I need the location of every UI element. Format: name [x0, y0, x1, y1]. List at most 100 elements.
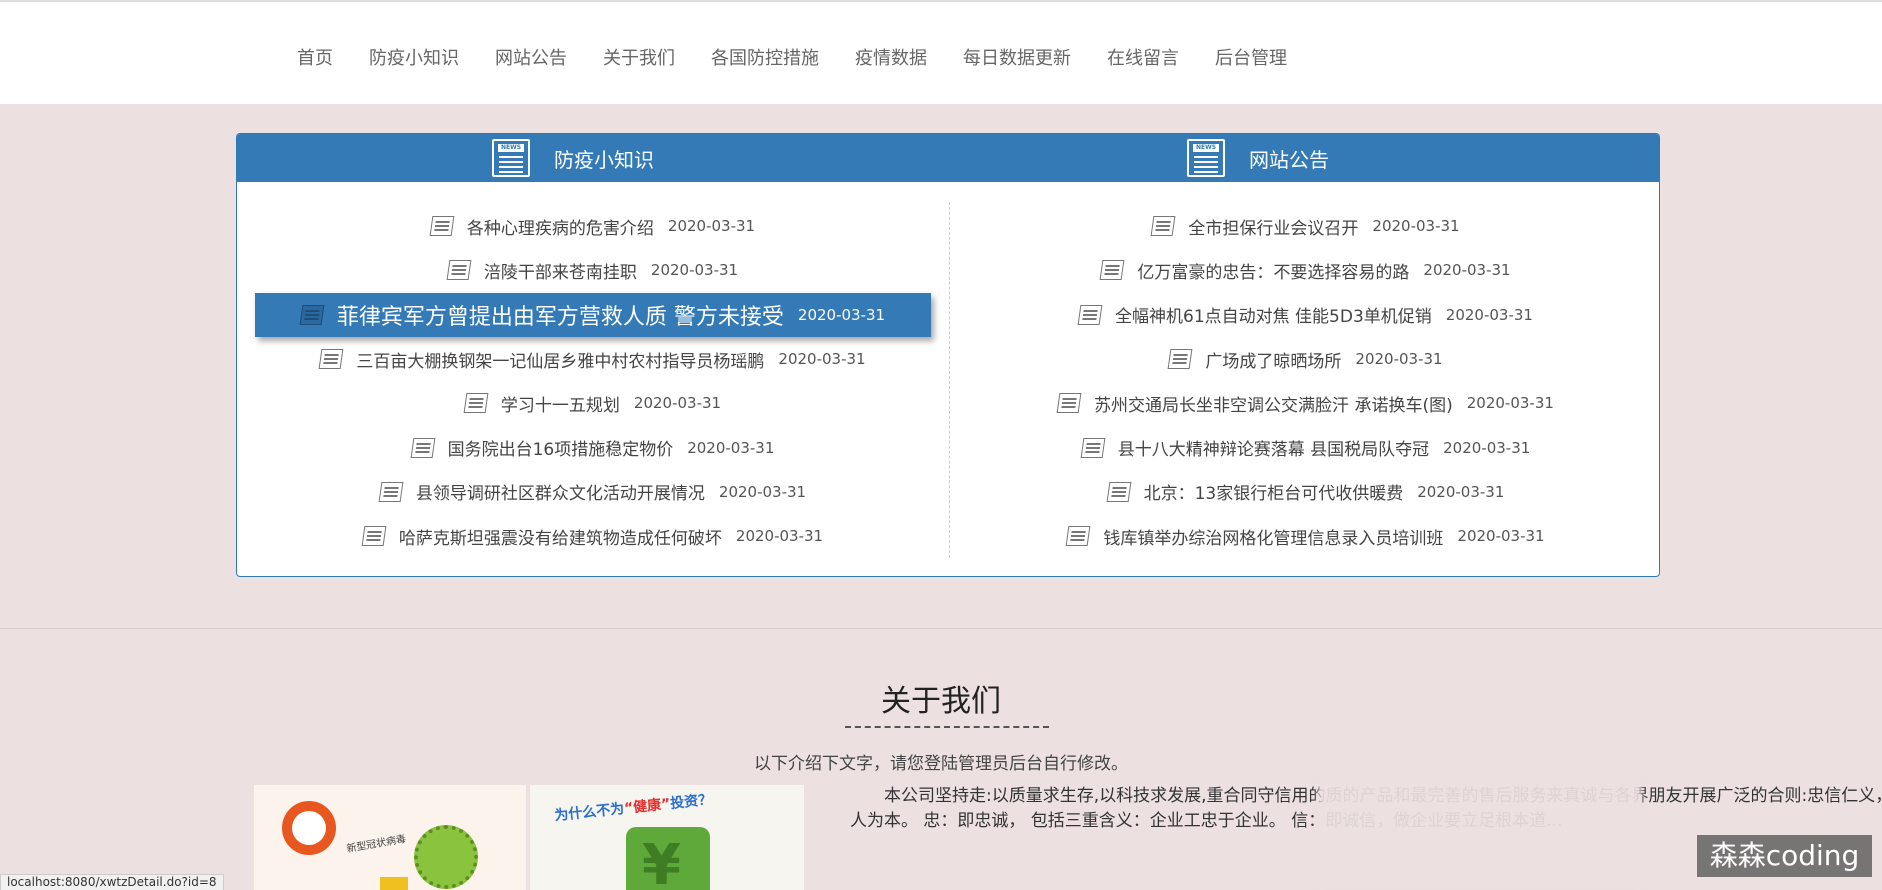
main-nav: 首页 防疫小知识 网站公告 关于我们 各国防控措施 疫情数据 每日数据更新 在线… — [297, 44, 1323, 70]
section-divider — [0, 628, 1882, 629]
news-item[interactable]: 北京：13家银行柜台可代收供暖费 2020-03-31 — [950, 470, 1659, 514]
news-item[interactable]: 三百亩大棚换钢架一记仙居乡雅中村农村指导员杨瑶鹏 2020-03-31 — [237, 337, 949, 381]
nav-item-home[interactable]: 首页 — [297, 44, 333, 70]
news-panel: NEWS 防疫小知识 NEWS 网站公告 各种心理疾病的危害介绍 2020-03… — [236, 133, 1660, 577]
about-image-health-investment: 为什么不为“健康”投资？ ¥ — [530, 785, 804, 890]
news-item-date: 2020-03-31 — [1457, 527, 1545, 546]
left-panel-heading: NEWS 防疫小知识 — [492, 138, 654, 178]
top-nav-bar: 首页 防疫小知识 网站公告 关于我们 各国防控措施 疫情数据 每日数据更新 在线… — [0, 0, 1882, 104]
news-item-date: 2020-03-31 — [778, 350, 866, 369]
news-item-title[interactable]: 菲律宾军方曾提出由军方营救人质 警方未接受 — [337, 299, 784, 331]
news-item-icon — [1077, 304, 1103, 325]
news-item-date: 2020-03-31 — [718, 482, 807, 501]
browser-status-url: localhost:8080/xwtzDetail.do?id=8 — [0, 874, 224, 890]
news-item[interactable]: 钱库镇举办综治网格化管理信息录入员培训班 2020-03-31 — [950, 514, 1659, 558]
right-panel-heading: NEWS 网站公告 — [1187, 138, 1329, 178]
about-section-subtitle: 以下介绍下文字，请您登陆管理员后台自行修改。 — [754, 754, 1128, 774]
news-item-icon — [1080, 437, 1106, 458]
news-item-date: 2020-03-31 — [667, 217, 756, 236]
news-item-title[interactable]: 全市担保行业会议召开 — [1188, 214, 1358, 239]
about-section-title: 关于我们 — [881, 684, 1001, 719]
crown-illustration — [380, 877, 408, 890]
news-item-title[interactable]: 国务院出台16项措施稳定物价 — [448, 435, 674, 460]
news-item-icon — [319, 349, 344, 370]
news-item-date: 2020-03-31 — [1466, 394, 1554, 413]
news-item-icon — [1168, 349, 1193, 370]
news-item-icon — [378, 481, 404, 502]
news-item[interactable]: 涪陵干部来苍南挂职 2020-03-31 — [237, 248, 949, 292]
news-item-date: 2020-03-31 — [1355, 350, 1443, 369]
news-item-date: 2020-03-31 — [1443, 438, 1531, 457]
news-item-title[interactable]: 县十八大精神辩论赛落幕 县国税局队夺冠 — [1118, 435, 1429, 460]
news-item[interactable]: 亿万富豪的忠告：不要选择容易的路 2020-03-31 — [950, 248, 1659, 292]
news-item-date: 2020-03-31 — [797, 305, 886, 324]
news-item-icon — [1056, 393, 1082, 414]
yen-icon: ¥ — [642, 833, 681, 890]
news-item[interactable]: 全市担保行业会议召开 2020-03-31 — [950, 204, 1659, 248]
news-item-date: 2020-03-31 — [687, 438, 775, 457]
news-item[interactable]: 县领导调研社区群众文化活动开展情况 2020-03-31 — [237, 470, 949, 514]
nav-item-prevention-tips[interactable]: 防疫小知识 — [369, 44, 459, 70]
news-item-title[interactable]: 苏州交通局长坐非空调公交满脸汗 承诺换车(图) — [1094, 391, 1453, 416]
news-item-title[interactable]: 县领导调研社区群众文化活动开展情况 — [416, 479, 705, 504]
news-item[interactable]: 苏州交通局长坐非空调公交满脸汗 承诺换车(图) 2020-03-31 — [950, 381, 1659, 425]
news-item-date: 2020-03-31 — [735, 527, 824, 546]
news-item-icon — [1066, 526, 1091, 547]
news-item-icon — [446, 260, 472, 281]
news-item[interactable]: 哈萨克斯坦强震没有给建筑物造成任何破坏 2020-03-31 — [237, 514, 949, 558]
prevention-tips-list: 各种心理疾病的危害介绍 2020-03-31 涪陵干部来苍南挂职 2020-03… — [237, 204, 949, 558]
news-item-title[interactable]: 全幅神机61点自动对焦 佳能5D3单机促销 — [1115, 302, 1432, 327]
news-item-title[interactable]: 北京：13家银行柜台可代收供暖费 — [1144, 479, 1404, 504]
nav-item-daily-update[interactable]: 每日数据更新 — [963, 44, 1071, 70]
newspaper-icon: NEWS — [1187, 139, 1225, 177]
news-item-hovered[interactable]: 菲律宾军方曾提出由军方营救人质 警方未接受 2020-03-31 — [255, 292, 931, 337]
nav-item-country-measures[interactable]: 各国防控措施 — [711, 44, 819, 70]
right-panel-title[interactable]: 网站公告 — [1249, 144, 1329, 173]
news-item[interactable]: 全幅神机61点自动对焦 佳能5D3单机促销 2020-03-31 — [950, 293, 1659, 337]
news-item-icon — [410, 437, 435, 458]
news-item-date: 2020-03-31 — [633, 394, 722, 413]
news-item-title[interactable]: 钱库镇举办综治网格化管理信息录入员培训班 — [1103, 524, 1443, 549]
news-item[interactable]: 各种心理疾病的危害介绍 2020-03-31 — [237, 204, 949, 248]
cartoon-logo-icon — [282, 801, 336, 855]
image-caption: 新型冠状病毒 — [345, 833, 407, 856]
news-item-title[interactable]: 三百亩大棚换钢架一记仙居乡雅中村农村指导员杨瑶鹏 — [356, 347, 764, 372]
news-item[interactable]: 县十八大精神辩论赛落幕 县国税局队夺冠 2020-03-31 — [950, 425, 1659, 469]
announcements-list: 全市担保行业会议召开 2020-03-31 亿万富豪的忠告：不要选择容易的路 2… — [950, 204, 1659, 558]
nav-item-message-board[interactable]: 在线留言 — [1107, 44, 1179, 70]
nav-item-admin[interactable]: 后台管理 — [1215, 44, 1287, 70]
news-item-icon — [299, 304, 325, 325]
image-caption: 为什么不为“健康”投资？ — [553, 791, 713, 825]
news-item-icon — [429, 216, 455, 237]
news-item-date: 2020-03-31 — [1423, 261, 1511, 280]
news-item[interactable]: 广场成了晾晒场所 2020-03-31 — [950, 337, 1659, 381]
news-item[interactable]: 国务院出台16项措施稳定物价 2020-03-31 — [237, 425, 949, 469]
blurred-region — [1318, 778, 1642, 890]
about-image-virus: 新型冠状病毒 — [254, 785, 526, 890]
news-item-icon — [1100, 260, 1125, 281]
newspaper-icon: NEWS — [492, 139, 530, 177]
news-item-icon — [1106, 481, 1131, 502]
news-item-date: 2020-03-31 — [1372, 217, 1460, 236]
news-item-title[interactable]: 学习十一五规划 — [501, 391, 620, 416]
about-title-underline — [845, 726, 1049, 728]
virus-illustration — [414, 825, 478, 889]
panel-header: NEWS 防疫小知识 NEWS 网站公告 — [237, 134, 1659, 182]
nav-item-announcements[interactable]: 网站公告 — [495, 44, 567, 70]
news-item-icon — [361, 526, 387, 547]
news-item-title[interactable]: 亿万富豪的忠告：不要选择容易的路 — [1137, 258, 1409, 283]
news-item[interactable]: 学习十一五规划 2020-03-31 — [237, 381, 949, 425]
news-item-title[interactable]: 哈萨克斯坦强震没有给建筑物造成任何破坏 — [399, 524, 722, 549]
nav-item-epidemic-data[interactable]: 疫情数据 — [855, 44, 927, 70]
left-panel-title[interactable]: 防疫小知识 — [554, 144, 654, 173]
news-item-title[interactable]: 各种心理疾病的危害介绍 — [467, 214, 654, 239]
news-item-icon — [463, 393, 489, 414]
news-item-date: 2020-03-31 — [650, 261, 739, 280]
nav-item-about-us[interactable]: 关于我们 — [603, 44, 675, 70]
news-item-date: 2020-03-31 — [1445, 305, 1533, 324]
news-item-title[interactable]: 广场成了晾晒场所 — [1205, 347, 1341, 372]
watermark: 森森coding — [1697, 835, 1872, 877]
news-item-date: 2020-03-31 — [1417, 482, 1505, 501]
news-item-icon — [1151, 216, 1176, 237]
news-item-title[interactable]: 涪陵干部来苍南挂职 — [484, 258, 637, 283]
